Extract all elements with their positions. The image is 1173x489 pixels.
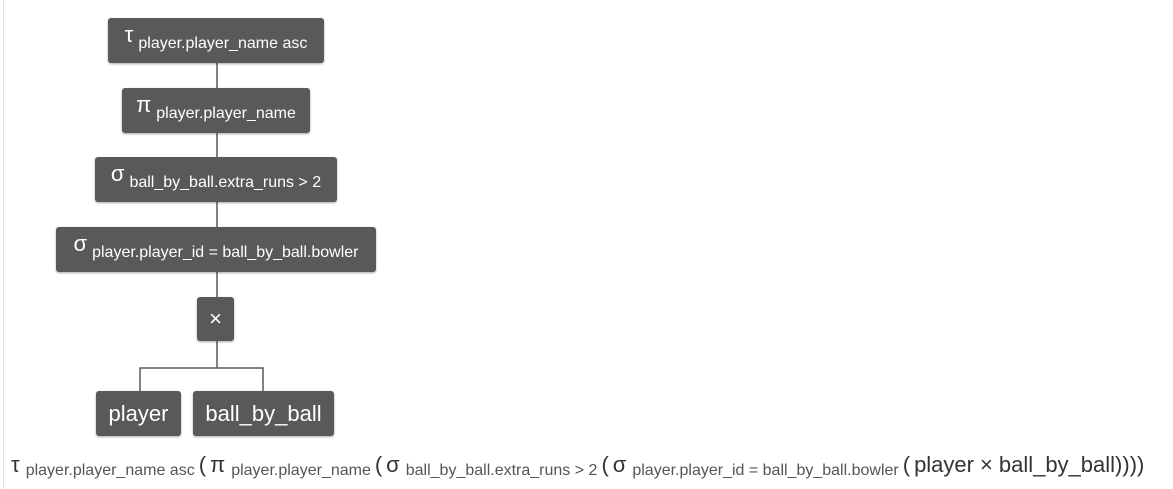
relation-ball-by-ball-node[interactable]: ball_by_ball (193, 391, 334, 436)
expr-open-paren: ( (198, 452, 207, 477)
selection-join-condition: player.player_id = ball_by_ball.bowler (92, 243, 359, 261)
expr-tau-symbol: τ (11, 452, 20, 477)
sigma-symbol: σ (110, 160, 125, 186)
relation-player-node[interactable]: player (96, 391, 181, 436)
projection-condition: player.player_name (156, 104, 296, 122)
relation-ball-by-ball-label: ball_by_ball (205, 400, 322, 426)
expr-left-relation: player (914, 452, 974, 477)
sort-node[interactable]: τ player.player_name asc (108, 18, 324, 63)
cross-symbol: × (209, 306, 222, 331)
expr-sigma-symbol: σ (386, 452, 400, 477)
selection-extra-runs-node[interactable]: σ ball_by_ball.extra_runs > 2 (95, 157, 337, 202)
expr-sort-condition: player.player_name asc (25, 462, 195, 479)
expr-cross-symbol: × (979, 452, 993, 477)
selection-join-node[interactable]: σ player.player_id = ball_by_ball.bowler (56, 227, 376, 272)
expr-open-paren: ( (374, 452, 383, 477)
cross-product-node[interactable]: × (197, 297, 234, 341)
projection-node[interactable]: π player.player_name (122, 88, 310, 133)
relation-player-label: player (108, 400, 169, 426)
pi-symbol: π (136, 91, 152, 117)
expr-projection-condition: player.player_name (231, 462, 371, 479)
sigma-symbol: σ (73, 230, 88, 256)
sort-condition: player.player_name asc (138, 34, 308, 52)
selection-extra-runs-condition: ball_by_ball.extra_runs > 2 (129, 173, 322, 191)
edge-cross-relations (139, 367, 264, 391)
expr-sigma-symbol: σ (612, 452, 627, 477)
expr-pi-symbol: π (210, 452, 226, 477)
expr-open-paren: ( (601, 452, 609, 477)
expr-selection-join-condition: player.player_id = ball_by_ball.bowler (632, 462, 899, 479)
expr-closing-parens: )))) (1115, 452, 1145, 477)
expr-right-relation: ball_by_ball (998, 452, 1116, 477)
tau-symbol: τ (124, 21, 134, 47)
expr-selection-extra-runs-condition: ball_by_ball.extra_runs > 2 (405, 462, 598, 479)
expr-open-paren: ( (902, 452, 911, 477)
relational-algebra-expression: τ player.player_name asc ( π player.play… (11, 452, 1144, 486)
